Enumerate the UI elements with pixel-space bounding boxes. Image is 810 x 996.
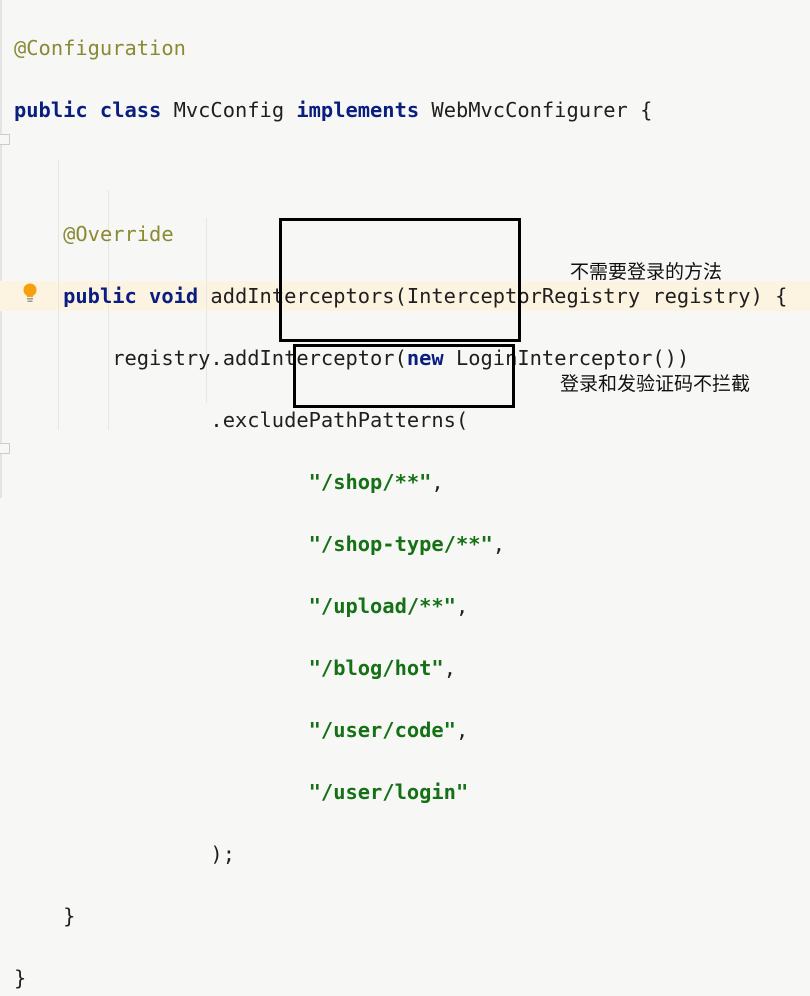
code-line: "/upload/**",: [14, 591, 787, 622]
code-line: "/user/code",: [14, 715, 787, 746]
keyword: public void: [63, 284, 199, 308]
code-text: MvcConfig: [161, 98, 297, 122]
string-literal: "/user/login": [308, 780, 469, 804]
code-line: "/shop/**",: [14, 467, 787, 498]
code-text: ,: [455, 718, 469, 742]
code-text: WebMvcConfigurer {: [419, 98, 653, 122]
string-literal: "/blog/hot": [308, 656, 444, 680]
code-text: ,: [455, 594, 469, 618]
note-login-code: 登录和发验证码不拦截: [560, 373, 751, 395]
annotation-box-no-login: [279, 218, 521, 342]
note-no-login: 不需要登录的方法: [570, 261, 723, 283]
string-literal: "/shop-type/**": [308, 532, 493, 556]
string-literal: "/shop/**": [308, 470, 432, 494]
annotation: @Override: [63, 222, 174, 246]
code-text: );: [210, 842, 235, 866]
code-line: );: [14, 839, 787, 870]
gutter-border: [0, 0, 2, 498]
code-line: }: [14, 901, 787, 932]
annotation-box-login-code: [293, 344, 515, 408]
string-literal: "/upload/**": [308, 594, 456, 618]
code-editor[interactable]: @Configuration public class MvcConfig im…: [14, 2, 787, 996]
code-line: public class MvcConfig implements WebMvc…: [14, 95, 787, 126]
code-line: }: [14, 963, 787, 994]
code-line: .excludePathPatterns(: [14, 405, 787, 436]
annotation: @Configuration: [14, 36, 186, 60]
code-line: "/blog/hot",: [14, 653, 787, 684]
fold-marker-icon[interactable]: [0, 443, 10, 454]
string-literal: "/user/code": [308, 718, 456, 742]
keyword: implements: [296, 98, 420, 122]
code-line: "/user/login": [14, 777, 787, 808]
code-text: ,: [492, 532, 506, 556]
fold-marker-icon[interactable]: [0, 134, 10, 145]
code-line: @Configuration: [14, 33, 787, 64]
code-text: .excludePathPatterns(: [210, 408, 469, 432]
code-text: }: [63, 904, 76, 928]
code-text: }: [14, 966, 27, 990]
code-text: ,: [431, 470, 444, 494]
code-line: "/shop-type/**",: [14, 529, 787, 560]
code-text: ,: [443, 656, 456, 680]
keyword: public class: [14, 98, 162, 122]
